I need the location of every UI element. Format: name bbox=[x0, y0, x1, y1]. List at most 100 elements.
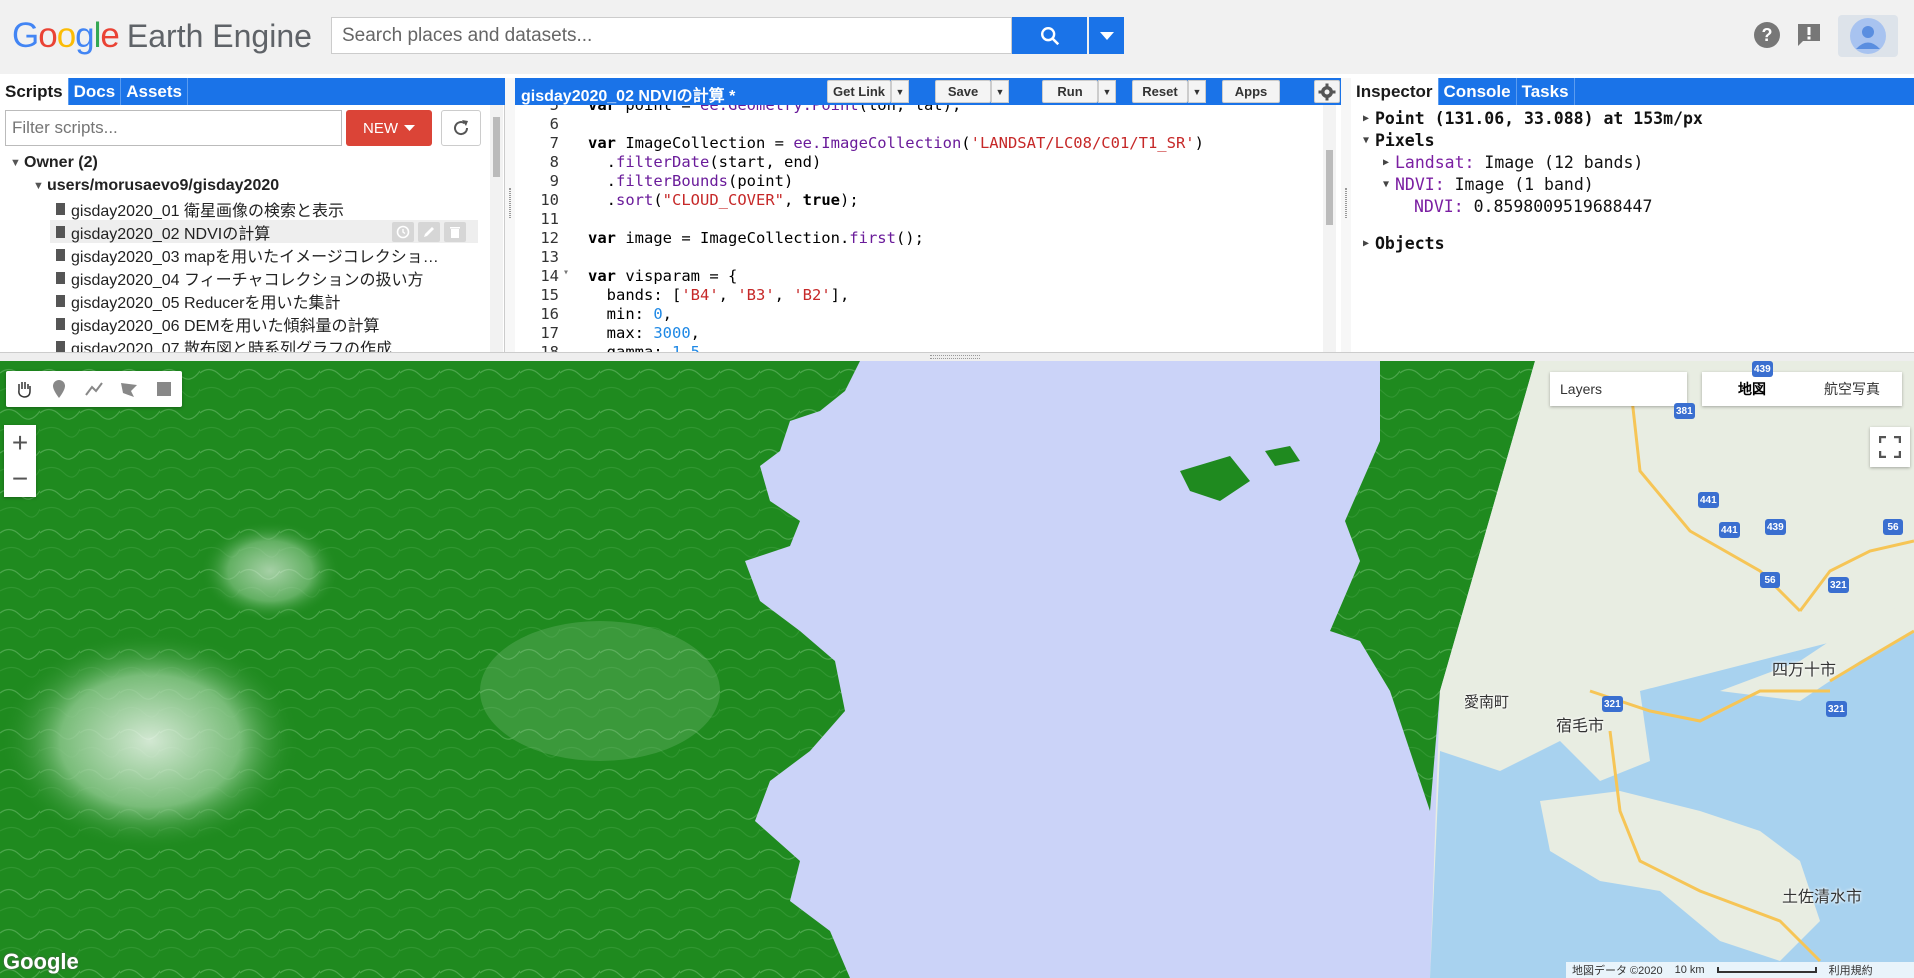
ndvi-key: NDVI: bbox=[1395, 174, 1445, 194]
tab-console[interactable]: Console bbox=[1439, 78, 1517, 105]
right-splitter[interactable] bbox=[1341, 78, 1351, 352]
script-label: gisday2020_07 散布図と時系列グラフの作成 bbox=[71, 340, 392, 353]
layers-button[interactable]: Layers bbox=[1550, 372, 1687, 406]
edit-icon[interactable] bbox=[418, 221, 440, 242]
get-link-button[interactable]: Get Link bbox=[827, 80, 891, 103]
right-panel-tabs: Inspector Console Tasks bbox=[1351, 78, 1914, 105]
tab-assets[interactable]: Assets bbox=[121, 78, 188, 105]
run-button[interactable]: Run bbox=[1042, 80, 1098, 103]
zoom-controls: + − bbox=[4, 425, 36, 497]
script-item[interactable]: gisday2020_03 mapを用いたイメージコレクショ… bbox=[56, 243, 439, 266]
script-item[interactable]: gisday2020_01 衛星画像の検索と表示 bbox=[56, 197, 344, 220]
script-item[interactable]: gisday2020_04 フィーチャコレクションの扱い方 bbox=[56, 266, 424, 289]
map-view[interactable]: + − Layers 地図 航空写真 愛南町 宿毛市 四万十市 土佐清水市 Go… bbox=[0, 361, 1914, 978]
tab-scripts[interactable]: Scripts bbox=[0, 78, 69, 105]
tab-tasks[interactable]: Tasks bbox=[1517, 78, 1575, 105]
tab-inspector[interactable]: Inspector bbox=[1351, 78, 1439, 105]
file-icon bbox=[56, 294, 65, 307]
header: Google Earth Engine ? bbox=[0, 0, 1914, 74]
pixels-label: Pixels bbox=[1375, 130, 1435, 150]
route-shield: 381 bbox=[1674, 403, 1695, 419]
map-attribution: 地図データ ©2020 10 km 利用規約 bbox=[1566, 962, 1914, 978]
scale-bar bbox=[1716, 967, 1817, 973]
scripts-panel: NEW ▼ Owner (2) ▼ users/morusaevo9/gisda… bbox=[0, 105, 505, 352]
scripts-scrollbar[interactable] bbox=[490, 105, 503, 352]
delete-icon[interactable] bbox=[444, 221, 466, 242]
terms-link[interactable]: 利用規約 bbox=[1829, 962, 1873, 978]
settings-button[interactable] bbox=[1314, 80, 1340, 103]
route-shield: 439 bbox=[1765, 519, 1786, 535]
script-label: gisday2020_06 DEMを用いた傾斜量の計算 bbox=[71, 317, 380, 335]
search-icon bbox=[1040, 26, 1059, 45]
refresh-button[interactable] bbox=[441, 110, 481, 146]
script-label: gisday2020_05 Reducerを用いた集計 bbox=[71, 294, 341, 312]
repo-label: users/morusaevo9/gisday2020 bbox=[47, 176, 280, 194]
file-icon bbox=[56, 202, 65, 215]
route-shield: 439 bbox=[1752, 361, 1773, 377]
map-type-toggle: 地図 航空写真 bbox=[1702, 372, 1902, 406]
ndvi-band-value: 0.8598009519688447 bbox=[1473, 196, 1653, 216]
save-dropdown[interactable]: ▼ bbox=[991, 80, 1009, 103]
get-link-dropdown[interactable]: ▼ bbox=[891, 80, 909, 103]
help-icon[interactable]: ? bbox=[1751, 19, 1783, 51]
landsat-row[interactable]: ▶ Landsat: Image (12 bands) bbox=[1383, 151, 1643, 173]
history-icon[interactable] bbox=[392, 221, 414, 242]
pixels-row[interactable]: ▼ Pixels bbox=[1363, 129, 1435, 151]
code-editor[interactable]: 5 var point = ee.Geometry.Point(lon, lat)… bbox=[515, 105, 1341, 352]
save-button[interactable]: Save bbox=[935, 80, 991, 103]
script-label: gisday2020_02 NDVIの計算 bbox=[71, 225, 271, 243]
caret-down-icon: ▼ bbox=[1383, 178, 1390, 190]
file-icon bbox=[56, 317, 65, 330]
script-title: gisday2020_02 NDVIの計算 * bbox=[521, 88, 736, 105]
repo-folder[interactable]: ▼ users/morusaevo9/gisday2020 bbox=[33, 174, 279, 197]
search-button[interactable] bbox=[1012, 17, 1087, 54]
zoom-out-button[interactable]: − bbox=[4, 461, 36, 497]
owner-folder[interactable]: ▼ Owner (2) bbox=[10, 151, 98, 174]
search-input[interactable] bbox=[331, 17, 1012, 54]
editor-toolbar: gisday2020_02 NDVIの計算 * Get Link ▼ Save … bbox=[515, 78, 1341, 105]
caret-right-icon: ▶ bbox=[1383, 156, 1390, 168]
left-splitter[interactable] bbox=[505, 78, 515, 352]
script-item-selected[interactable]: gisday2020_02 NDVIの計算 bbox=[50, 220, 478, 243]
owner-label: Owner (2) bbox=[24, 153, 98, 171]
map-data-credit[interactable]: 地図データ ©2020 bbox=[1572, 962, 1663, 978]
reset-dropdown[interactable]: ▼ bbox=[1188, 80, 1206, 103]
point-label: Point (131.06, 33.088) at 153m/px bbox=[1375, 108, 1703, 128]
objects-row[interactable]: ▶ Objects bbox=[1363, 232, 1445, 254]
feedback-icon[interactable] bbox=[1793, 19, 1825, 51]
search-options-button[interactable] bbox=[1089, 17, 1124, 54]
point-row[interactable]: ▶ Point (131.06, 33.088) at 153m/px bbox=[1363, 107, 1703, 129]
rectangle-icon[interactable] bbox=[150, 375, 178, 403]
caret-down-icon bbox=[1099, 31, 1114, 40]
script-label: gisday2020_03 mapを用いたイメージコレクショ… bbox=[71, 248, 439, 266]
product-name: Earth Engine bbox=[126, 18, 312, 54]
polygon-icon[interactable] bbox=[115, 375, 143, 403]
reset-button[interactable]: Reset bbox=[1132, 80, 1188, 103]
caret-down-icon: ▼ bbox=[33, 179, 44, 192]
new-button[interactable]: NEW bbox=[346, 110, 432, 146]
script-item[interactable]: gisday2020_06 DEMを用いた傾斜量の計算 bbox=[56, 312, 380, 335]
map-splitter[interactable] bbox=[0, 352, 1914, 361]
ndvi-row[interactable]: ▼ NDVI: Image (1 band) bbox=[1383, 173, 1594, 195]
apps-button[interactable]: Apps bbox=[1222, 80, 1280, 103]
filter-scripts-input[interactable] bbox=[5, 110, 342, 146]
user-icon bbox=[1850, 18, 1886, 54]
tab-docs[interactable]: Docs bbox=[69, 78, 122, 105]
pan-hand-icon[interactable] bbox=[10, 375, 38, 403]
zoom-in-button[interactable]: + bbox=[4, 425, 36, 461]
polyline-icon[interactable] bbox=[80, 375, 108, 403]
place-label: 土佐清水市 bbox=[1782, 889, 1863, 906]
route-shield: 321 bbox=[1602, 696, 1623, 712]
map-type-satellite[interactable]: 航空写真 bbox=[1802, 372, 1902, 406]
fullscreen-button[interactable] bbox=[1870, 427, 1910, 467]
marker-icon[interactable] bbox=[45, 375, 73, 403]
route-shield: 441 bbox=[1698, 492, 1719, 508]
editor-scrollbar[interactable] bbox=[1323, 105, 1336, 352]
place-label: 四万十市 bbox=[1772, 662, 1837, 679]
script-item[interactable]: gisday2020_05 Reducerを用いた集計 bbox=[56, 289, 340, 312]
map-type-map[interactable]: 地図 bbox=[1702, 372, 1802, 406]
script-item[interactable]: gisday2020_07 散布図と時系列グラフの作成 bbox=[56, 335, 392, 352]
inspector-panel: ▶ Point (131.06, 33.088) at 153m/px ▼ Pixe… bbox=[1351, 105, 1914, 352]
run-dropdown[interactable]: ▼ bbox=[1098, 80, 1116, 103]
account-avatar[interactable] bbox=[1838, 15, 1898, 57]
